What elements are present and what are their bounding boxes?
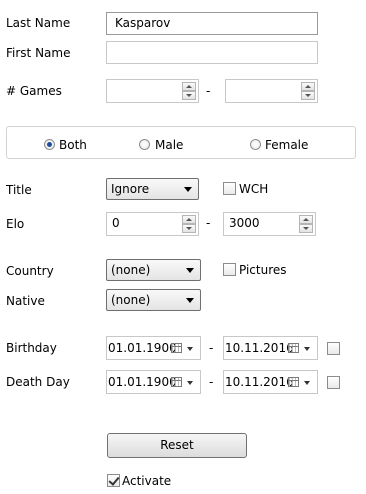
reset-button[interactable]: Reset	[107, 433, 247, 458]
spin-up-icon[interactable]	[182, 82, 196, 91]
spin-up-icon[interactable]	[299, 215, 313, 224]
radio-both-label[interactable]: Both	[59, 138, 87, 152]
calendar-icon[interactable]	[288, 343, 299, 353]
chevron-down-icon	[186, 298, 194, 303]
birthday-label: Birthday	[6, 341, 57, 355]
elo-min-value: 0	[112, 216, 120, 230]
chevron-down-icon	[184, 187, 192, 192]
death-from-value: 01.01.1900	[108, 375, 177, 389]
birthday-from-value: 01.01.1900	[108, 341, 177, 355]
games-max-spin-buttons[interactable]	[301, 82, 315, 100]
sex-group: Both Male Female	[6, 126, 356, 159]
games-min-spinbox[interactable]	[106, 79, 199, 103]
native-select[interactable]: (none)	[106, 289, 201, 311]
games-max-spinbox[interactable]	[225, 79, 318, 103]
native-label: Native	[6, 294, 45, 308]
radio-female[interactable]	[250, 139, 261, 150]
calendar-icon[interactable]	[171, 343, 182, 353]
chevron-down-icon[interactable]	[187, 347, 193, 351]
radio-female-label[interactable]: Female	[265, 138, 308, 152]
last-name-value: Kasparov	[115, 16, 171, 30]
reset-button-label: Reset	[160, 438, 194, 452]
spin-down-icon[interactable]	[299, 224, 313, 233]
last-name-input[interactable]: Kasparov	[106, 12, 318, 35]
chevron-down-icon[interactable]	[187, 381, 193, 385]
death-day-label: Death Day	[6, 375, 70, 389]
activate-label[interactable]: Activate	[122, 474, 171, 488]
elo-max-spin-buttons[interactable]	[299, 215, 313, 233]
elo-max-value: 3000	[229, 216, 260, 230]
country-select-value: (none)	[111, 263, 151, 277]
title-select[interactable]: Ignore	[106, 178, 199, 200]
calendar-icon[interactable]	[288, 377, 299, 387]
chevron-down-icon	[186, 268, 194, 273]
country-label: Country	[6, 264, 54, 278]
pictures-label[interactable]: Pictures	[239, 263, 287, 277]
elo-range-separator: -	[206, 216, 211, 230]
chevron-down-icon[interactable]	[304, 381, 310, 385]
wch-label[interactable]: WCH	[239, 182, 268, 196]
first-name-input[interactable]	[106, 41, 318, 64]
last-name-label: Last Name	[6, 16, 71, 30]
elo-min-spin-buttons[interactable]	[182, 215, 196, 233]
spin-down-icon[interactable]	[182, 224, 196, 233]
pictures-checkbox[interactable]	[223, 263, 236, 276]
elo-max-spinbox[interactable]: 3000	[223, 212, 316, 236]
spin-down-icon[interactable]	[182, 91, 196, 100]
death-from-date[interactable]: 01.01.1900	[106, 370, 201, 394]
games-label: # Games	[6, 84, 62, 98]
birthday-checkbox[interactable]	[327, 342, 340, 355]
chevron-down-icon[interactable]	[304, 347, 310, 351]
games-min-spin-buttons[interactable]	[182, 82, 196, 100]
birthday-to-value: 10.11.2016	[225, 341, 294, 355]
radio-male-label[interactable]: Male	[155, 138, 183, 152]
title-select-value: Ignore	[111, 182, 150, 196]
radio-male[interactable]	[139, 139, 150, 150]
death-to-value: 10.11.2016	[225, 375, 294, 389]
death-range-separator: -	[209, 375, 214, 389]
death-to-date[interactable]: 10.11.2016	[223, 370, 318, 394]
games-range-separator: -	[206, 84, 211, 98]
birthday-from-date[interactable]: 01.01.1900	[106, 336, 201, 360]
birthday-range-separator: -	[209, 341, 214, 355]
death-day-checkbox[interactable]	[327, 376, 340, 389]
calendar-icon[interactable]	[171, 377, 182, 387]
first-name-label: First Name	[6, 46, 71, 60]
country-select[interactable]: (none)	[106, 259, 201, 281]
spin-down-icon[interactable]	[301, 91, 315, 100]
activate-checkbox[interactable]	[107, 474, 120, 487]
native-select-value: (none)	[111, 293, 151, 307]
spin-up-icon[interactable]	[301, 82, 315, 91]
title-label: Title	[6, 183, 32, 197]
birthday-to-date[interactable]: 10.11.2016	[223, 336, 318, 360]
elo-min-spinbox[interactable]: 0	[106, 212, 199, 236]
radio-both[interactable]	[44, 139, 55, 150]
elo-label: Elo	[6, 217, 25, 231]
wch-checkbox[interactable]	[223, 182, 236, 195]
spin-up-icon[interactable]	[182, 215, 196, 224]
